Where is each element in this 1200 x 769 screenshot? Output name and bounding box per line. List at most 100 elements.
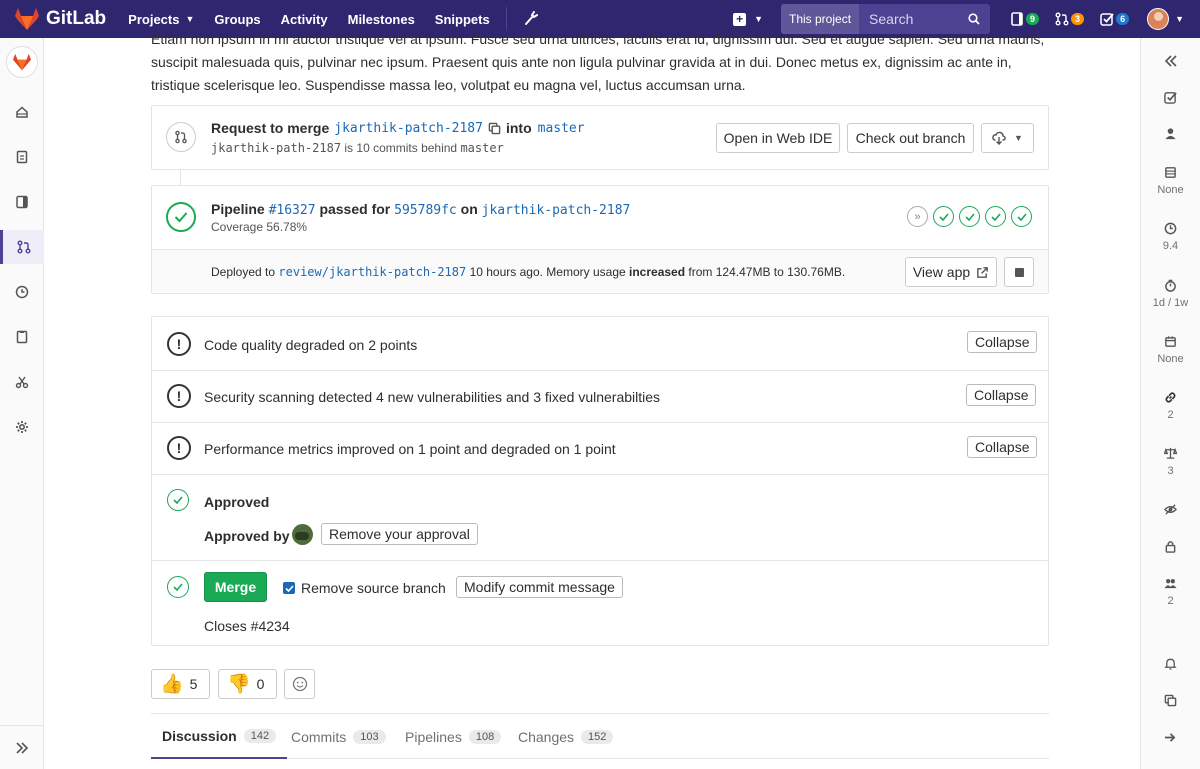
new-dropdown[interactable]: + ▼ [733,12,763,26]
thumbs-up-button[interactable]: 👍 5 [151,669,210,699]
coverage-text: Coverage 56.78% [211,220,308,234]
todo-add-icon [1164,92,1177,104]
todos-link[interactable]: 9 [1010,12,1040,26]
sidebar-move-issue[interactable] [1141,731,1200,749]
nav-snippets[interactable]: Snippets [435,12,490,27]
approver-avatar[interactable] [292,524,313,545]
pipeline-status[interactable] [166,202,196,232]
sidebar-item-snippets[interactable] [0,365,44,399]
brand[interactable]: GitLab [14,7,106,31]
smiley-icon [292,676,307,692]
pipeline-branch-link[interactable]: jkarthik-patch-2187 [482,203,631,218]
search-placeholder: Search [869,11,914,27]
project-avatar[interactable] [6,46,38,78]
tab-pipelines-label: Pipelines [405,728,462,745]
on-label: on [460,201,478,217]
tab-pipelines[interactable]: Pipelines 108 [394,714,512,759]
tab-discussion[interactable]: Discussion 142 [151,714,288,759]
modify-commit-message-button[interactable]: Modify commit message [456,576,623,598]
view-app-button[interactable]: View app [905,257,997,287]
security-collapse-button[interactable]: Collapse [966,384,1037,406]
check-icon [964,212,975,221]
performance-collapse-button[interactable]: Collapse [967,436,1038,458]
check-icon [938,212,949,221]
code-quality-collapse-button[interactable]: Collapse [967,331,1038,353]
sidebar-item-merge-requests[interactable] [0,230,44,264]
target-branch-link[interactable]: master [538,121,585,136]
tab-pipelines-count: 108 [468,729,502,744]
performance-warning-icon: ! [167,436,191,460]
sidebar-due-date[interactable]: None [1141,335,1200,365]
sidebar-item-project[interactable] [0,95,44,129]
sidebar-item-wiki[interactable] [0,320,44,354]
deployed-to-label: Deployed to [211,265,276,279]
copy-icon[interactable] [488,122,501,135]
stage-skipped[interactable]: » [907,206,928,227]
pipeline-line: Pipeline #16327 passed for 595789fc on j… [211,201,630,218]
sidebar-confidentiality[interactable] [1141,503,1200,521]
sidebar-related[interactable]: 2 [1141,391,1200,421]
remove-source-branch-label[interactable]: Remove source branch [301,580,446,596]
open-web-ide-button[interactable]: Open in Web IDE [716,123,840,153]
download-dropdown[interactable]: ▼ [981,123,1034,153]
nav-activity[interactable]: Activity [281,12,328,27]
commit-sha-link[interactable]: 595789fc [394,203,457,218]
approved-title: Approved [204,494,270,510]
remove-source-branch-checkbox[interactable] [283,582,295,594]
thumbs-down-button[interactable]: 👎 0 [218,669,277,699]
check-out-branch-button[interactable]: Check out branch [847,123,974,153]
pipeline-id-link[interactable]: #16327 [269,203,316,218]
deployment-row: Deployed to review/jkarthik-patch-2187 1… [152,249,1048,293]
sidebar-lock[interactable] [1141,540,1200,558]
user-menu[interactable]: ▼ [1147,8,1184,30]
stage-passed-3[interactable] [985,206,1006,227]
stop-environment-button[interactable] [1004,257,1034,287]
timeline-connector [180,170,181,185]
sidebar-labels[interactable]: None [1141,166,1200,196]
nav-projects[interactable]: Projects ▼ [128,12,194,27]
mr-badge: 3 [1071,13,1085,25]
sidebar-weight[interactable]: 3 [1141,447,1200,477]
into-label: into [505,120,532,136]
sidebar-item-ci-cd[interactable] [0,275,44,309]
merge-status-icon [167,576,189,598]
sidebar-assignee[interactable] [1141,127,1200,145]
stage-passed-4[interactable] [1011,206,1032,227]
nav-groups[interactable]: Groups [214,12,260,27]
memory-trend: increased [629,265,686,279]
due-value: None [1157,353,1184,365]
tab-commits[interactable]: Commits 103 [280,714,397,759]
expand-sidebar-button[interactable] [1141,54,1200,73]
tab-changes[interactable]: Changes 152 [507,714,624,759]
stage-passed-2[interactable] [959,206,980,227]
mr-widget-card: ! Code quality degraded on 2 points Coll… [151,316,1049,646]
sidebar-notifications[interactable] [1141,657,1200,675]
source-branch-link[interactable]: jkarthik-patch-2187 [334,121,483,136]
issues-badge: 6 [1116,13,1130,25]
issues-link[interactable]: 6 [1100,12,1130,26]
environment-link[interactable]: review/jkarthik-patch-2187 [278,265,466,279]
sidebar-item-settings[interactable] [0,410,44,444]
branch-merge-icon-wrap [166,122,196,152]
sidebar-estimate[interactable]: 1d / 1w [1141,279,1200,309]
remove-approval-button[interactable]: Remove your approval [321,523,478,545]
merge-button[interactable]: Merge [204,572,267,602]
sidebar-item-repository[interactable] [0,140,44,174]
sidebar-todo[interactable] [1141,91,1200,109]
sidebar-item-issues[interactable] [0,185,44,219]
arrow-right-icon [1164,733,1176,742]
merge-requests-link[interactable]: 3 [1055,12,1085,26]
wrench-icon[interactable] [523,11,539,27]
tab-commits-label: Commits [291,728,347,745]
sidebar-copy-reference[interactable] [1141,694,1200,712]
collapse-sidebar-button[interactable] [0,725,44,769]
nav-milestones[interactable]: Milestones [348,12,415,27]
behind-line: jkarthik-path-2187 is 10 commits behind … [211,141,504,155]
add-reaction-button[interactable] [284,669,315,699]
sidebar-participants[interactable]: 2 [1141,577,1200,607]
stage-passed-1[interactable] [933,206,954,227]
links-value: 2 [1167,409,1174,421]
eye-slash-icon [1164,504,1177,515]
check-icon [990,212,1001,221]
sidebar-time-tracking[interactable]: 9.4 [1141,222,1200,252]
